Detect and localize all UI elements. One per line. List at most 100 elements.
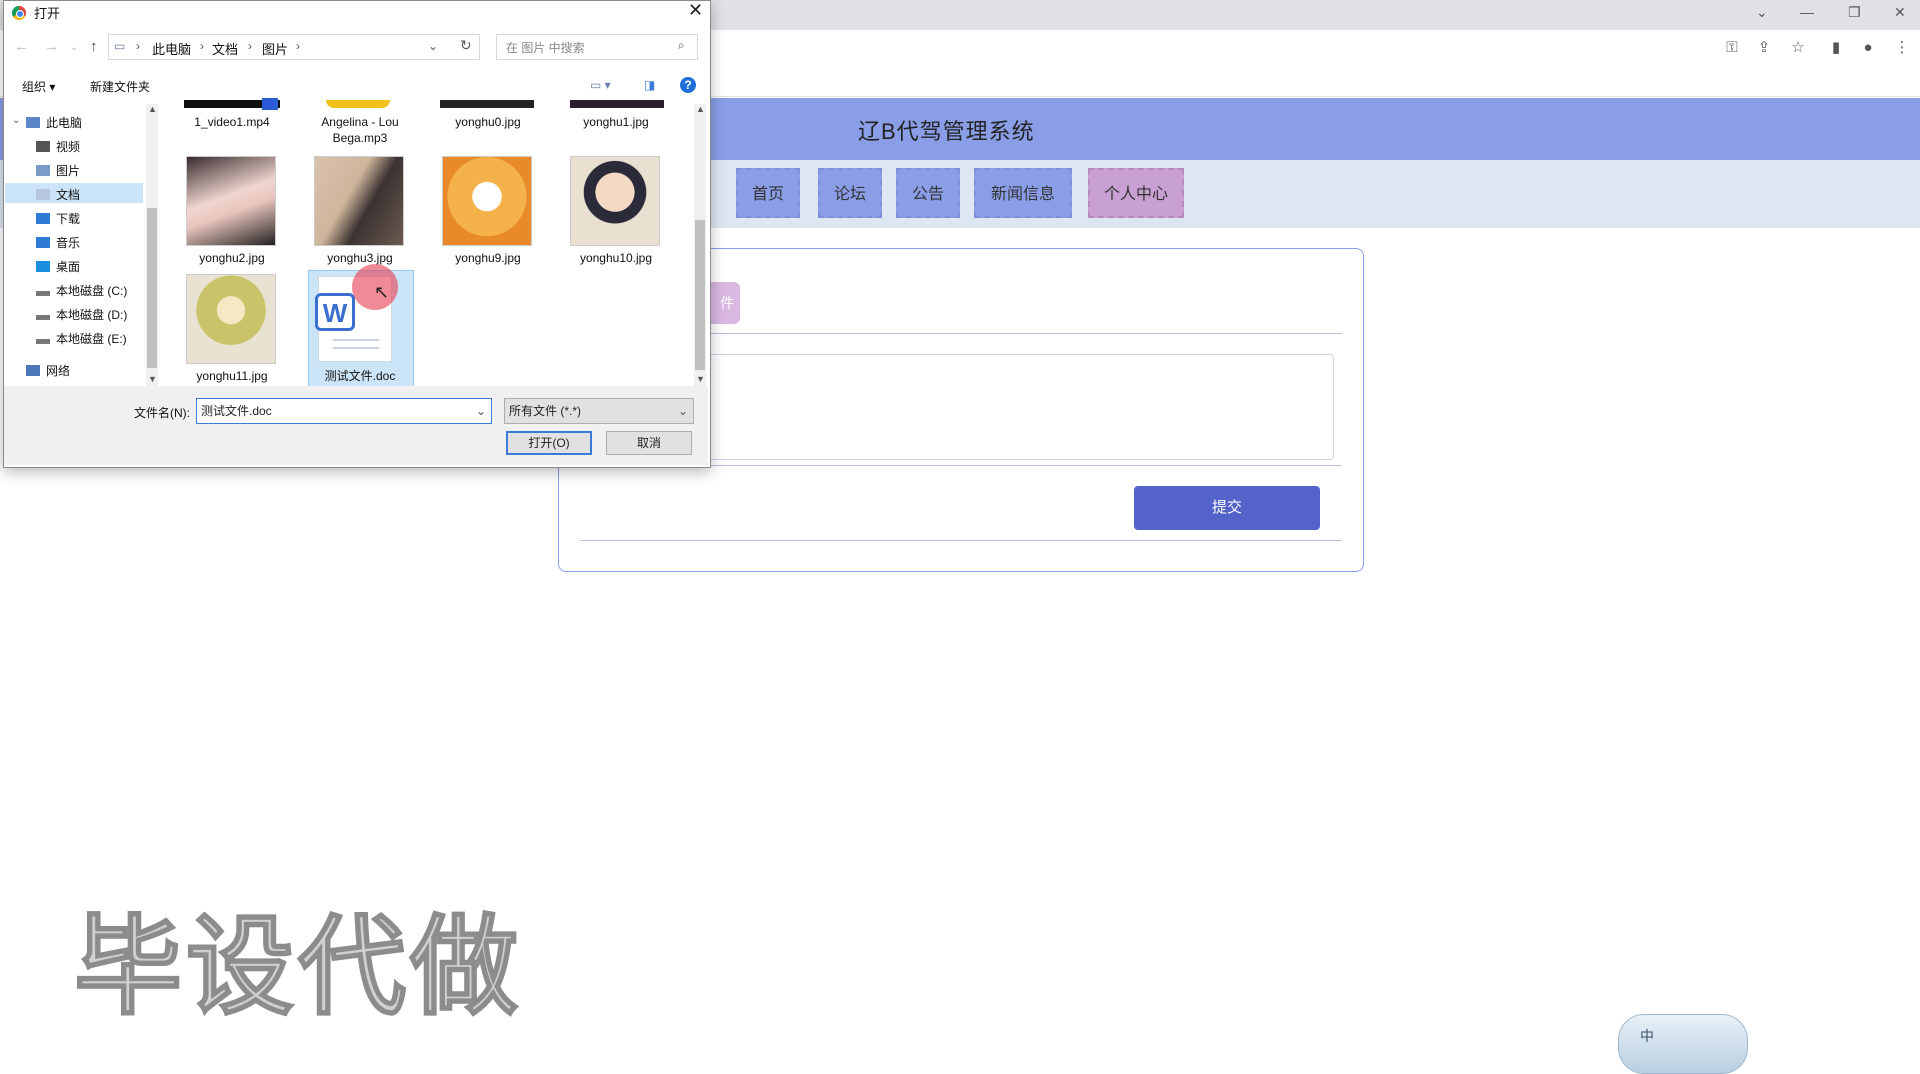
restore-button[interactable]: ❐ — [1848, 4, 1861, 21]
video-icon — [36, 141, 50, 152]
tree-item-pictures[interactable]: 图片 — [36, 162, 80, 179]
file-thumbnail[interactable] — [442, 156, 532, 246]
nav-personal-center[interactable]: 个人中心 — [1088, 168, 1184, 218]
scroll-up-icon[interactable]: ▲ — [696, 104, 705, 114]
tree-label: 下载 — [56, 212, 81, 226]
filetype-select[interactable]: 所有文件 (*.*) — [504, 398, 694, 424]
help-icon[interactable]: ? — [680, 77, 696, 93]
drive-icon — [36, 315, 50, 320]
dialog-close-button[interactable]: ✕ — [688, 0, 703, 21]
file-thumbnail[interactable] — [186, 274, 276, 364]
tree-item-videos[interactable]: 视频 — [36, 138, 80, 155]
computer-icon — [26, 117, 40, 128]
search-icon[interactable]: ⌕ — [678, 38, 685, 53]
file-name[interactable]: yonghu11.jpg — [168, 368, 296, 384]
view-options-icon[interactable]: ▭ ▾ — [590, 78, 611, 92]
file-name[interactable]: yonghu1.jpg — [552, 114, 680, 130]
network-icon — [26, 365, 40, 376]
filename-input[interactable]: 测试文件.doc — [196, 398, 492, 424]
tree-item-drive-d[interactable]: 本地磁盘 (D:) — [36, 306, 127, 323]
breadcrumb-pictures[interactable]: 图片 — [262, 39, 288, 58]
recent-chevron-icon[interactable]: ⌄ — [70, 42, 78, 53]
document-icon — [36, 189, 50, 200]
scroll-up-icon[interactable]: ▲ — [148, 104, 157, 114]
back-arrow-icon[interactable]: ← — [14, 38, 29, 55]
close-window-button[interactable]: ✕ — [1894, 4, 1906, 21]
tree-item-music[interactable]: 音乐 — [36, 234, 80, 251]
filename-label: 文件名(N): — [134, 406, 190, 420]
chevron-right-icon: › — [248, 39, 252, 53]
file-name[interactable]: yonghu0.jpg — [424, 114, 552, 130]
file-thumbnail[interactable] — [186, 156, 276, 246]
desktop-icon — [36, 261, 50, 272]
tree-item-pc[interactable]: 此电脑 — [26, 114, 82, 131]
star-icon[interactable]: ☆ — [1788, 38, 1808, 58]
image-thumbnail-partial — [440, 100, 534, 108]
profile-icon[interactable]: ● — [1858, 38, 1878, 58]
share-icon[interactable]: ⇪ — [1754, 38, 1774, 58]
tree-label: 音乐 — [56, 236, 81, 250]
file-name[interactable]: yonghu10.jpg — [552, 250, 680, 266]
refresh-icon[interactable]: ↻ — [460, 37, 472, 54]
sidebar-icon[interactable]: ▮ — [1826, 38, 1846, 58]
play-badge-icon — [262, 98, 278, 110]
tree-item-documents[interactable]: 文档 — [36, 186, 80, 203]
file-name[interactable]: yonghu3.jpg — [296, 250, 424, 266]
filetype-dropdown-icon[interactable]: ⌄ — [678, 404, 688, 418]
dialog-title: 打开 — [34, 6, 61, 21]
divider — [580, 540, 1342, 541]
pc-small-icon: ▭ — [114, 39, 126, 53]
open-button[interactable]: 打开(O) — [506, 431, 592, 455]
ime-mode-label: 中 — [1640, 1028, 1654, 1044]
tree-item-drive-c[interactable]: 本地磁盘 (C:) — [36, 282, 127, 299]
nav-forum[interactable]: 论坛 — [818, 168, 882, 218]
search-placeholder: 在 图片 中搜索 — [506, 41, 585, 55]
tree-item-desktop[interactable]: 桌面 — [36, 258, 80, 275]
nav-notice[interactable]: 公告 — [896, 168, 960, 218]
file-name[interactable]: yonghu9.jpg — [424, 250, 552, 266]
tree-item-drive-e[interactable]: 本地磁盘 (E:) — [36, 330, 127, 347]
tree-collapse-icon[interactable]: ⌄ — [12, 115, 20, 126]
tree-scrollbar-thumb[interactable] — [147, 208, 157, 368]
file-name[interactable]: Angelina - Lou Bega.mp3 — [296, 114, 424, 146]
minimize-button[interactable]: — — [1800, 4, 1814, 20]
file-name-selected[interactable]: 测试文件.doc — [296, 368, 424, 384]
ime-indicator[interactable] — [1618, 1014, 1748, 1074]
tab-search-icon[interactable]: ⌄ — [1756, 4, 1768, 21]
nav-home[interactable]: 首页 — [736, 168, 800, 218]
drive-icon — [36, 339, 50, 344]
word-w-badge: W — [315, 293, 355, 331]
up-arrow-icon[interactable]: ↑ — [90, 38, 98, 55]
chevron-right-icon: › — [200, 39, 204, 53]
tree-label: 本地磁盘 (E:) — [56, 332, 127, 346]
file-thumbnail[interactable] — [314, 156, 404, 246]
scroll-down-icon[interactable]: ▼ — [696, 374, 705, 384]
download-icon — [36, 213, 50, 224]
address-dropdown-icon[interactable]: ⌄ — [428, 39, 438, 53]
cancel-button[interactable]: 取消 — [606, 431, 692, 455]
tree-label: 视频 — [56, 140, 81, 154]
new-folder-button[interactable]: 新建文件夹 — [90, 78, 150, 95]
breadcrumb-documents[interactable]: 文档 — [212, 39, 238, 58]
preview-pane-icon[interactable]: ◨ — [644, 78, 655, 92]
submit-button[interactable]: 提交 — [1134, 486, 1320, 530]
file-thumbnail[interactable] — [570, 156, 660, 246]
content-textarea[interactable] — [690, 354, 1334, 460]
scroll-down-icon[interactable]: ▼ — [148, 374, 157, 384]
key-icon[interactable]: ⚿ — [1722, 38, 1742, 58]
menu-icon[interactable]: ⋮ — [1892, 38, 1912, 58]
forward-arrow-icon[interactable]: → — [44, 38, 59, 55]
file-name[interactable]: yonghu2.jpg — [168, 250, 296, 266]
breadcrumb-pc[interactable]: 此电脑 — [152, 39, 191, 58]
site-title: 辽B代驾管理系统 — [858, 119, 1035, 144]
nav-news[interactable]: 新闻信息 — [974, 168, 1072, 218]
watermark-text: 毕设代做 — [73, 904, 523, 1031]
tree-item-downloads[interactable]: 下载 — [36, 210, 80, 227]
doc-line — [333, 347, 379, 349]
picture-icon — [36, 165, 50, 176]
organize-menu[interactable]: 组织 ▾ — [22, 78, 55, 95]
files-scrollbar-thumb[interactable] — [695, 220, 705, 370]
tree-item-network[interactable]: 网络 — [26, 362, 70, 379]
filename-dropdown-icon[interactable]: ⌄ — [476, 404, 486, 418]
file-name[interactable]: 1_video1.mp4 — [168, 114, 296, 130]
